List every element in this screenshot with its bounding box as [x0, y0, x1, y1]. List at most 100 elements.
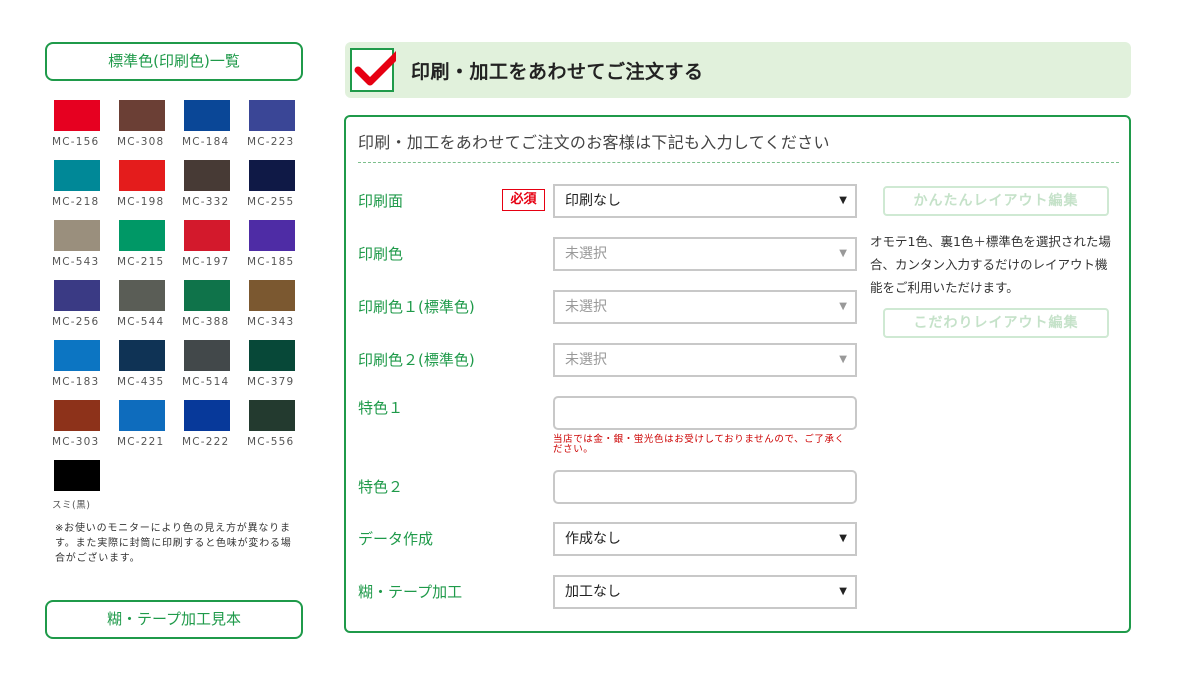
swatch-row: MC-303 MC-221 MC-222 MC-556: [45, 400, 305, 460]
dropdown-arrow-icon: ▼: [839, 195, 847, 206]
color-code: MC-332: [182, 196, 230, 208]
color-code: MC-379: [247, 376, 295, 388]
print-color1-select[interactable]: 未選択 ▼: [553, 290, 857, 324]
print-side-select[interactable]: 印刷なし ▼: [553, 184, 857, 218]
color-swatch: MC-197: [175, 220, 240, 280]
special-color1-input[interactable]: [553, 396, 857, 430]
custom-layout-button[interactable]: こだわりレイアウト編集: [883, 308, 1109, 338]
color-code: MC-514: [182, 376, 230, 388]
color-swatch: MC-218: [45, 160, 110, 220]
color-chip: [54, 100, 100, 131]
color-swatch: MC-544: [110, 280, 175, 340]
color-swatch: MC-435: [110, 340, 175, 400]
special-color2-input[interactable]: [553, 470, 857, 504]
color-chip: [249, 400, 295, 431]
data-creation-select[interactable]: 作成なし ▼: [553, 522, 857, 556]
color-code: MC-343: [247, 316, 295, 328]
print-color-label: 印刷色: [358, 245, 404, 263]
required-badge: 必須: [502, 189, 545, 211]
color-chip: [54, 400, 100, 431]
swatch-grid: MC-156 MC-308 MC-184 MC-223 MC-218 MC-198 MC-3…: [45, 100, 305, 520]
dropdown-arrow-icon: ▼: [839, 533, 847, 544]
glue-tape-label: 糊・テープ加工: [358, 583, 463, 601]
color-chip: [249, 340, 295, 371]
swatch-row: MC-156 MC-308 MC-184 MC-223: [45, 100, 305, 160]
color-chip: [184, 340, 230, 371]
print-color2-value: 未選択: [565, 352, 607, 368]
standard-colors-button[interactable]: 標準色(印刷色)一覧: [45, 42, 303, 81]
checkmark-icon: [350, 46, 406, 92]
data-creation-value: 作成なし: [565, 531, 621, 547]
color-swatch: MC-221: [110, 400, 175, 460]
print-side-value: 印刷なし: [565, 193, 621, 209]
color-chip: [249, 100, 295, 131]
color-chip: [119, 160, 165, 191]
print-side-label: 印刷面: [358, 192, 404, 210]
color-swatch: MC-388: [175, 280, 240, 340]
special-color-warning: 当店では金・銀・蛍光色はお受けしておりませんので、ご了承ください。: [553, 434, 845, 455]
color-code: MC-185: [247, 256, 295, 268]
swatch-row: MC-183 MC-435 MC-514 MC-379: [45, 340, 305, 400]
color-swatch: MC-184: [175, 100, 240, 160]
color-code: MC-198: [117, 196, 165, 208]
color-chip: [119, 220, 165, 251]
color-swatch: MC-303: [45, 400, 110, 460]
glue-tape-sample-button[interactable]: 糊・テープ加工見本: [45, 600, 303, 639]
color-chip: [54, 460, 100, 491]
color-swatch: MC-183: [45, 340, 110, 400]
color-swatch: MC-198: [110, 160, 175, 220]
color-code: MC-223: [247, 136, 295, 148]
section-title-bar: 印刷・加工をあわせてご注文する: [345, 42, 1131, 98]
color-code: MC-543: [52, 256, 100, 268]
color-code: MC-388: [182, 316, 230, 328]
data-creation-label: データ作成: [358, 530, 434, 548]
color-swatch: MC-223: [240, 100, 305, 160]
color-code: MC-435: [117, 376, 165, 388]
special-color1-label: 特色１: [358, 399, 404, 417]
color-chip: [184, 400, 230, 431]
sidebar: 標準色(印刷色)一覧 MC-156 MC-308 MC-184 MC-223 MC-21…: [45, 42, 305, 639]
color-code: MC-221: [117, 436, 165, 448]
dropdown-arrow-icon: ▼: [839, 354, 847, 365]
color-code: MC-256: [52, 316, 100, 328]
order-form-panel: 印刷・加工をあわせてご注文のお客様は下記も入力してください 印刷面 必須 印刷な…: [344, 115, 1131, 633]
form-heading: 印刷・加工をあわせてご注文のお客様は下記も入力してください: [358, 133, 830, 152]
glue-tape-value: 加工なし: [565, 584, 621, 600]
color-swatch: MC-222: [175, 400, 240, 460]
dropdown-arrow-icon: ▼: [839, 301, 847, 312]
color-chip: [119, 340, 165, 371]
easy-layout-button[interactable]: かんたんレイアウト編集: [883, 186, 1109, 216]
color-swatch: MC-156: [45, 100, 110, 160]
dropdown-arrow-icon: ▼: [839, 248, 847, 259]
color-code: MC-222: [182, 436, 230, 448]
color-swatch: MC-308: [110, 100, 175, 160]
layout-description: オモテ1色、裏1色＋標準色を選択された場合、カンタン入力するだけのレイアウト機能…: [870, 234, 1111, 295]
color-chip: [54, 160, 100, 191]
print-color2-select[interactable]: 未選択 ▼: [553, 343, 857, 377]
special-color2-label: 特色２: [358, 478, 404, 496]
swatch-row: MC-218 MC-198 MC-332 MC-255: [45, 160, 305, 220]
print-color-select[interactable]: 未選択 ▼: [553, 237, 857, 271]
color-chip: [249, 160, 295, 191]
color-swatch: スミ(黒): [45, 460, 110, 520]
swatch-row: MC-256 MC-544 MC-388 MC-343: [45, 280, 305, 340]
color-chip: [184, 160, 230, 191]
color-code: スミ(黒): [52, 500, 91, 511]
color-code: MC-556: [247, 436, 295, 448]
print-color1-label: 印刷色１(標準色): [358, 298, 475, 316]
color-swatch: MC-332: [175, 160, 240, 220]
dropdown-arrow-icon: ▼: [839, 586, 847, 597]
color-chip: [119, 100, 165, 131]
color-chip: [119, 400, 165, 431]
color-code: MC-184: [182, 136, 230, 148]
heading-divider: [358, 162, 1119, 163]
color-swatch: MC-185: [240, 220, 305, 280]
color-chip: [54, 280, 100, 311]
glue-tape-select[interactable]: 加工なし ▼: [553, 575, 857, 609]
color-code: MC-303: [52, 436, 100, 448]
color-code: MC-544: [117, 316, 165, 328]
color-swatch: MC-343: [240, 280, 305, 340]
color-swatch: MC-255: [240, 160, 305, 220]
color-code: MC-156: [52, 136, 100, 148]
color-chip: [54, 340, 100, 371]
